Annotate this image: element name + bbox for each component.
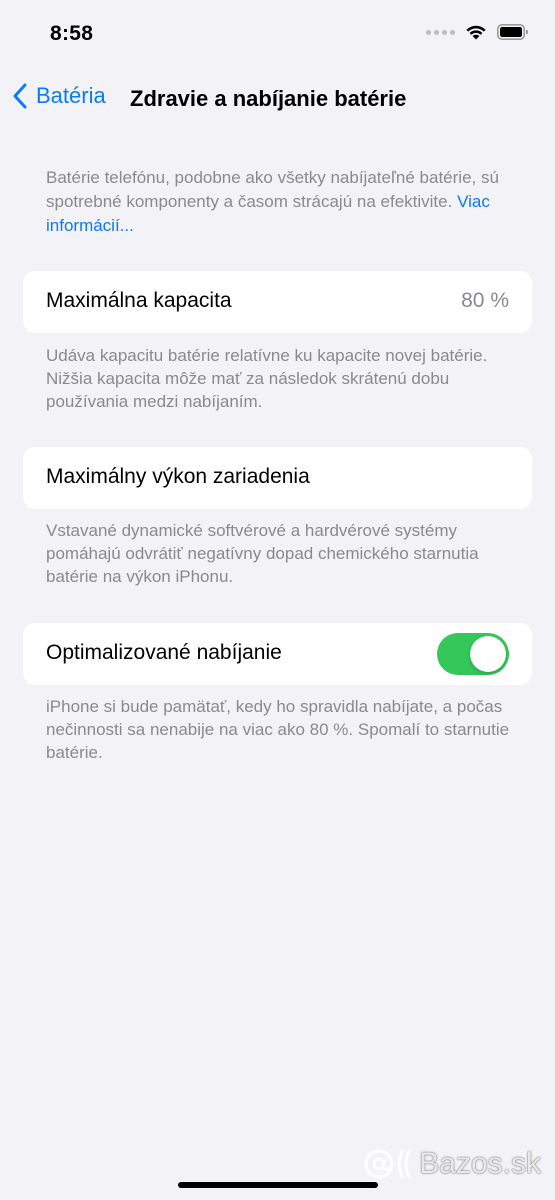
bazos-logo-icon — [364, 1149, 412, 1179]
status-bar: 8:58 — [0, 0, 555, 70]
battery-icon — [497, 24, 528, 40]
optimized-charging-toggle[interactable] — [437, 633, 509, 675]
intro-text-block: Batérie telefónu, podobne ako všetky nab… — [46, 166, 516, 238]
home-indicator — [177, 1182, 378, 1188]
wifi-icon — [466, 25, 486, 40]
navigation-bar: Batéria Zdravie a nabíjanie batérie — [0, 78, 555, 122]
watermark-text: Bazos.sk — [419, 1147, 541, 1180]
toggle-knob — [470, 636, 506, 672]
peak-performance-row[interactable]: Maximálny výkon zariadenia — [23, 447, 532, 509]
peak-performance-footnote: Vstavané dynamické softvérové a hardvéro… — [46, 521, 479, 586]
max-capacity-row: Maximálna kapacita 80 % — [23, 271, 532, 333]
signal-dots-icon — [426, 29, 455, 35]
max-capacity-value: 80 % — [461, 289, 509, 312]
status-time: 8:58 — [50, 22, 94, 45]
max-capacity-footnote: Udáva kapacitu batérie relatívne ku kapa… — [46, 346, 488, 411]
status-icons — [426, 24, 529, 40]
watermark: Bazos.sk — [363, 1146, 541, 1182]
back-button[interactable]: Batéria — [12, 82, 106, 110]
chevron-left-icon — [13, 83, 27, 109]
back-label: Batéria — [36, 83, 106, 108]
max-capacity-label: Maximálna kapacita — [46, 289, 232, 312]
page-title: Zdravie a nabíjanie batérie — [130, 86, 407, 111]
intro-text: Batérie telefónu, podobne ako všetky nab… — [46, 168, 499, 211]
optimized-charging-footnote: iPhone si bude pamätať, kedy ho spravidl… — [46, 697, 510, 762]
peak-performance-label: Maximálny výkon zariadenia — [46, 465, 310, 488]
optimized-charging-label: Optimalizované nabíjanie — [46, 641, 282, 664]
optimized-charging-row: Optimalizované nabíjanie — [23, 623, 532, 685]
